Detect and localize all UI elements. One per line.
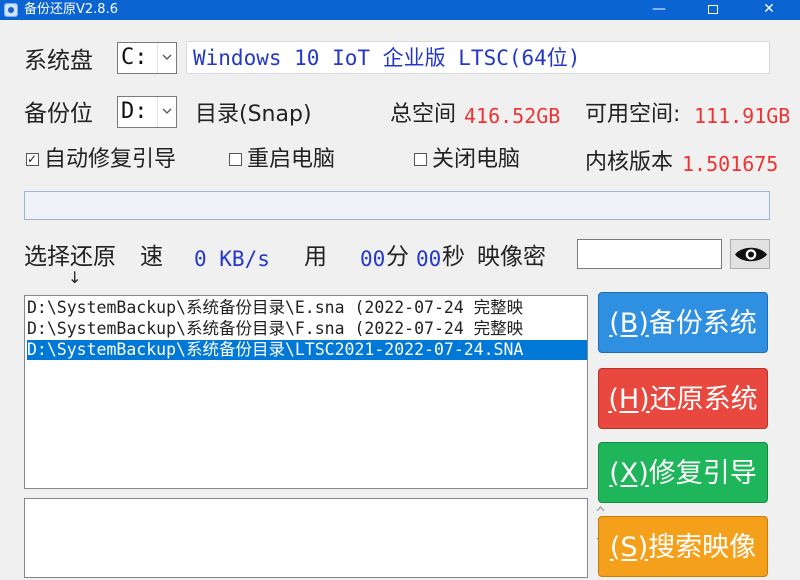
- maximize-button[interactable]: [690, 0, 736, 20]
- elapsed-seconds: 00: [416, 247, 442, 271]
- log-textbox[interactable]: [24, 498, 609, 578]
- search-image-button[interactable]: (S)搜索映像: [598, 516, 768, 577]
- check-mark-icon: ✓: [27, 152, 38, 166]
- repair-boot-button[interactable]: (X)修复引导: [598, 442, 768, 503]
- list-item-selected[interactable]: D:\SystemBackup\系统备份目录\LTSC2021-2022-07-…: [27, 340, 587, 360]
- backup-disk-select[interactable]: D:: [117, 96, 177, 128]
- restart-label: 重启电脑: [247, 147, 336, 172]
- minutes-unit: 分: [386, 244, 409, 270]
- elapsed-minutes: 00: [360, 247, 386, 271]
- window-title: 备份还原V2.8.6: [24, 2, 118, 17]
- restore-label: 还原系统: [649, 384, 758, 415]
- elapsed-label: 用: [304, 244, 327, 270]
- repair-label: 修复引导: [648, 458, 757, 489]
- backup-hotkey: (B): [609, 308, 649, 339]
- system-disk-value: C:: [121, 45, 148, 70]
- scroll-up-icon[interactable]: [596, 506, 605, 512]
- kernel-version-label: 内核版本: [585, 150, 674, 175]
- free-space-value: 111.91GB: [694, 104, 790, 128]
- backup-location-label: 备份位: [24, 101, 93, 127]
- chevron-down-icon: [157, 43, 176, 73]
- select-restore-label: 选择还原: [24, 244, 116, 270]
- backup-system-button[interactable]: (B)备份系统: [598, 292, 768, 353]
- backup-label: 备份系统: [648, 308, 757, 339]
- shutdown-checkbox[interactable]: [414, 153, 427, 166]
- title-bar: 备份还原V2.8.6 — ✕: [0, 0, 800, 20]
- shutdown-label: 关闭电脑: [432, 147, 521, 172]
- total-space-label: 总空间: [390, 102, 457, 127]
- list-item[interactable]: D:\SystemBackup\系统备份目录\E.sna (2022-07-24…: [27, 298, 587, 318]
- auto-repair-label: 自动修复引导: [44, 147, 177, 172]
- kernel-version-value: 1.501675: [682, 152, 779, 176]
- free-space-label: 可用空间:: [585, 102, 681, 127]
- restart-checkbox[interactable]: [229, 153, 242, 166]
- chevron-down-icon: [157, 97, 176, 127]
- restore-hotkey: (H): [608, 384, 650, 415]
- app-icon: [4, 3, 18, 17]
- restore-system-button[interactable]: (H)还原系统: [598, 368, 768, 429]
- show-password-button[interactable]: [730, 239, 770, 269]
- arrow-down-icon: ↓: [68, 268, 82, 287]
- speed-label: 速: [140, 244, 163, 270]
- backup-disk-value: D:: [121, 99, 148, 124]
- progress-bar: [24, 191, 770, 220]
- search-label: 搜索映像: [648, 532, 757, 563]
- system-disk-select[interactable]: C:: [117, 42, 177, 74]
- speed-value: 0 KB/s: [194, 247, 270, 271]
- repair-hotkey: (X): [609, 458, 649, 489]
- list-item[interactable]: D:\SystemBackup\系统备份目录\F.sna (2022-07-24…: [27, 319, 587, 339]
- os-info-box: Windows 10 IoT 企业版 LTSC(64位): [186, 41, 770, 74]
- auto-repair-checkbox[interactable]: ✓: [26, 152, 39, 166]
- image-password-input[interactable]: [577, 239, 722, 269]
- total-space-value: 416.52GB: [464, 104, 561, 128]
- directory-label: 目录(Snap): [195, 102, 312, 127]
- system-disk-label: 系统盘: [24, 48, 93, 74]
- image-password-label: 映像密: [477, 244, 546, 270]
- image-list[interactable]: D:\SystemBackup\系统备份目录\E.sna (2022-07-24…: [24, 295, 588, 489]
- maximize-icon: [708, 5, 718, 14]
- os-info-text: Windows 10 IoT 企业版 LTSC(64位): [193, 46, 581, 70]
- search-hotkey: (S): [609, 532, 649, 563]
- minimize-button[interactable]: —: [636, 0, 682, 20]
- eye-icon: [735, 247, 767, 262]
- close-button[interactable]: ✕: [746, 0, 792, 20]
- seconds-unit: 秒: [442, 244, 465, 270]
